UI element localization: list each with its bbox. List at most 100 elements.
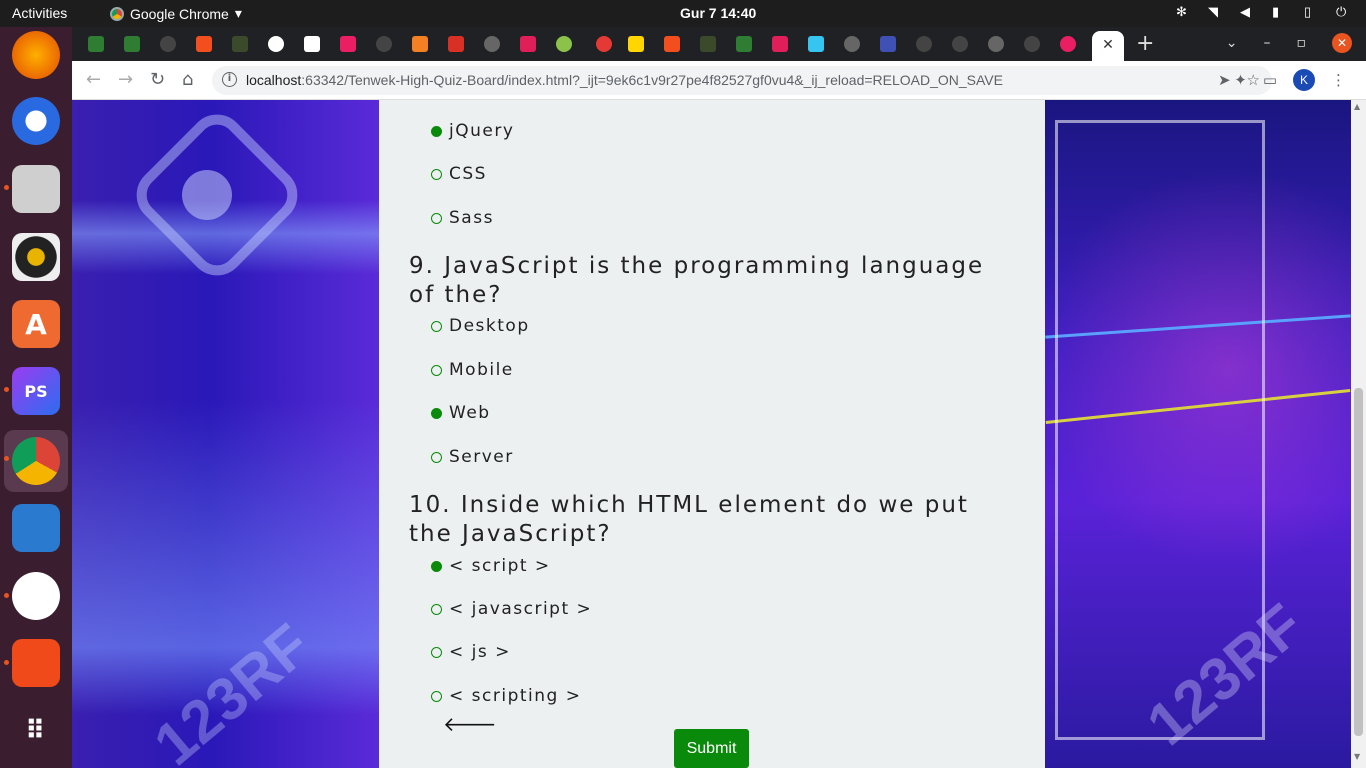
tab-favicon[interactable] (340, 36, 356, 52)
tab-favicon[interactable] (1060, 36, 1076, 52)
tab-favicon[interactable] (160, 36, 176, 52)
tab-favicon[interactable] (124, 36, 140, 52)
send-icon[interactable]: ➤ (1218, 71, 1231, 89)
option-jquery[interactable]: jQuery (431, 121, 514, 141)
tab-favicon[interactable] (232, 36, 248, 52)
tab-favicon[interactable] (448, 36, 464, 52)
radio-unchecked[interactable] (431, 320, 442, 332)
scroll-up-icon[interactable]: ▲ (1354, 102, 1360, 111)
option-server[interactable]: Server (431, 447, 514, 467)
tab-favicon[interactable] (1024, 36, 1040, 52)
page-scrollbar[interactable]: ▲ ▼ (1351, 100, 1366, 768)
rhythmbox-icon[interactable] (12, 233, 60, 281)
reload-button[interactable]: ↻ (150, 69, 165, 90)
tab-favicon[interactable] (412, 36, 428, 52)
address-bar[interactable]: i localhost:63342/Tenwek-High-Quiz-Board… (212, 66, 1272, 95)
option-javascript[interactable]: < javascript > (431, 599, 592, 619)
tab-favicon[interactable] (376, 36, 392, 52)
tab-favicon[interactable] (772, 36, 788, 52)
close-icon[interactable]: ✕ (1102, 37, 1114, 53)
url-text[interactable]: localhost:63342/Tenwek-High-Quiz-Board/i… (246, 72, 1003, 88)
tab-favicon[interactable] (664, 36, 680, 52)
option-js[interactable]: < js > (431, 642, 511, 662)
tab-favicon[interactable] (700, 36, 716, 52)
submit-button[interactable]: Submit (674, 729, 749, 768)
scrollbar-thumb[interactable] (1354, 388, 1363, 736)
radio-unchecked[interactable] (431, 364, 442, 376)
tab-favicon[interactable] (556, 36, 572, 52)
back-button[interactable]: ← (86, 69, 101, 90)
files-icon[interactable] (12, 165, 60, 213)
activities-button[interactable]: Activities (12, 5, 67, 21)
tab-favicon[interactable] (268, 36, 284, 52)
question-10-text: 10. Inside which HTML element do we put … (409, 492, 969, 547)
tab-favicon[interactable] (916, 36, 932, 52)
writer-icon[interactable] (12, 504, 60, 552)
slack-tray-icon[interactable]: ✻ (1176, 4, 1190, 20)
system-tray[interactable]: ✻ ◥ ◀ ▮ ▯ ⏻ (1176, 4, 1350, 20)
option-scripting[interactable]: < scripting > (431, 686, 581, 706)
cast-icon[interactable]: ▭ (1263, 71, 1277, 89)
url-host: localhost (246, 72, 302, 88)
thunderbird-icon[interactable] (12, 97, 60, 145)
new-tab-button[interactable]: + (1136, 31, 1154, 56)
radio-unchecked[interactable] (431, 212, 442, 224)
tab-favicon[interactable] (880, 36, 896, 52)
minimize-button[interactable]: – (1264, 35, 1271, 51)
clock[interactable]: Gur 7 14:40 (680, 5, 756, 21)
maximize-button[interactable]: ▫ (1297, 35, 1307, 51)
site-info-icon[interactable]: i (222, 72, 237, 87)
radio-checked[interactable] (431, 125, 442, 137)
radio-checked[interactable] (431, 407, 442, 419)
question-9-text: 9. JavaScript is the programming languag… (409, 253, 985, 308)
scroll-down-icon[interactable]: ▼ (1354, 752, 1360, 761)
menu-kebab-icon[interactable]: ⋮ (1331, 71, 1346, 89)
radio-unchecked[interactable] (431, 690, 442, 702)
option-desktop[interactable]: Desktop (431, 316, 530, 336)
tab-favicon[interactable] (520, 36, 536, 52)
option-label: CSS (449, 164, 487, 184)
slack-icon[interactable] (12, 572, 60, 620)
tab-favicon[interactable] (736, 36, 752, 52)
forward-button[interactable]: → (118, 69, 133, 90)
radio-unchecked[interactable] (431, 603, 442, 615)
option-mobile[interactable]: Mobile (431, 360, 514, 380)
tab-favicon[interactable] (304, 36, 320, 52)
phpstorm-icon[interactable]: PS (12, 367, 60, 415)
brave-icon[interactable] (12, 639, 60, 687)
tab-favicon[interactable] (844, 36, 860, 52)
dock: A PS ⠿ (0, 27, 72, 768)
software-center-icon[interactable]: A (12, 300, 60, 348)
radio-unchecked[interactable] (431, 646, 442, 658)
tab-favicon[interactable] (596, 36, 612, 52)
back-arrow-icon[interactable]: 🡐 (443, 712, 497, 736)
show-applications-icon[interactable]: ⠿ (12, 707, 60, 755)
home-icon[interactable]: ⌂ (182, 69, 193, 90)
tab-search-icon[interactable]: ⌄ (1226, 35, 1238, 51)
tab-favicon[interactable] (952, 36, 968, 52)
close-window-button[interactable]: ✕ (1332, 33, 1352, 53)
app-menu[interactable]: Google Chrome ▾ (110, 5, 242, 22)
firefox-icon[interactable] (12, 31, 60, 79)
tab-favicon[interactable] (628, 36, 644, 52)
radio-checked[interactable] (431, 560, 442, 572)
option-web[interactable]: Web (431, 403, 491, 423)
active-tab[interactable]: ✕ (1092, 31, 1124, 61)
option-script[interactable]: < script > (431, 556, 551, 576)
tab-favicon[interactable] (808, 36, 824, 52)
tab-favicon[interactable] (88, 36, 104, 52)
system-top-bar: Activities Google Chrome ▾ Gur 7 14:40 ✻… (0, 0, 1366, 27)
power-menu-icon[interactable]: ⏻ (1336, 4, 1350, 20)
chrome-icon[interactable] (12, 437, 60, 485)
extensions-puzzle-icon[interactable]: ✦ (1234, 71, 1247, 89)
radio-unchecked[interactable] (431, 451, 442, 463)
profile-avatar[interactable]: K (1293, 69, 1315, 91)
option-css[interactable]: CSS (431, 164, 487, 184)
radio-unchecked[interactable] (431, 168, 442, 180)
tab-favicon[interactable] (988, 36, 1004, 52)
tab-favicon[interactable] (196, 36, 212, 52)
tab-favicon[interactable] (484, 36, 500, 52)
chrome-icon (110, 6, 124, 21)
window-controls: ⌄ – ▫ ✕ (1226, 33, 1352, 53)
option-sass[interactable]: Sass (431, 208, 494, 228)
